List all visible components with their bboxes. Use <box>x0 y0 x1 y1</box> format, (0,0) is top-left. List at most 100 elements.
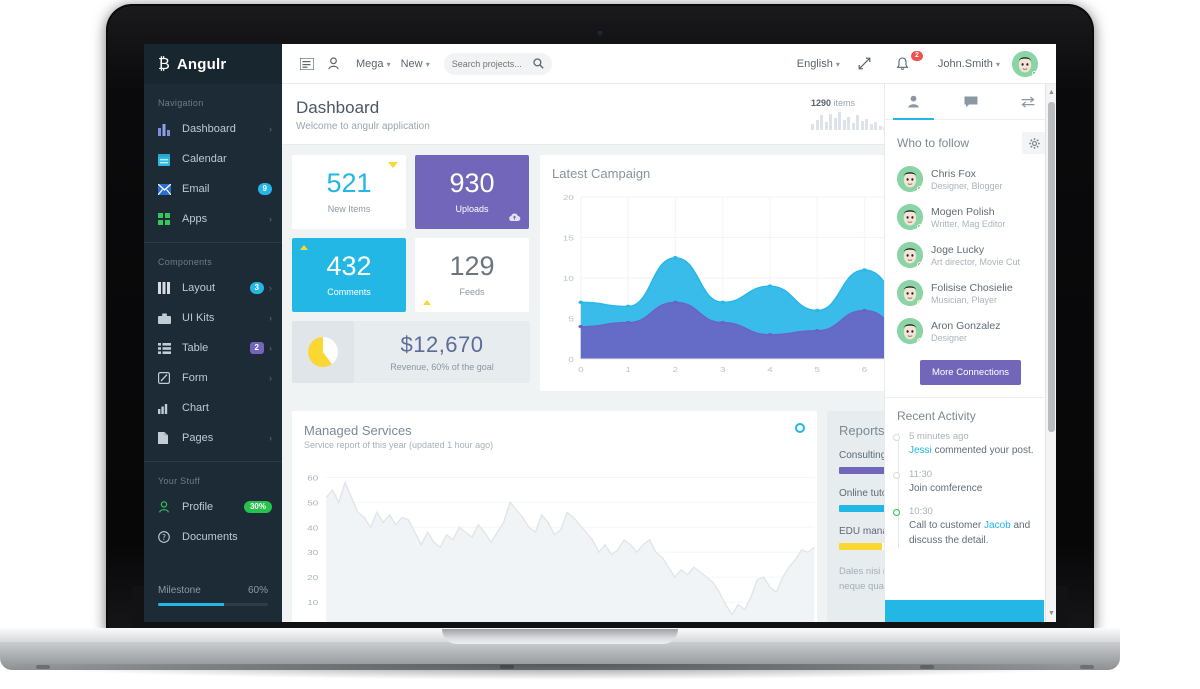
svg-text:5: 5 <box>568 315 574 323</box>
svg-text:50: 50 <box>307 499 318 508</box>
report-label: Consulting <box>839 450 887 461</box>
tab-people[interactable] <box>885 84 942 120</box>
sidebar-item-ui-kits[interactable]: UI Kits › <box>144 303 282 333</box>
notifications-button[interactable]: 2 <box>890 50 923 71</box>
list-item[interactable]: Joge Lucky Art director, Movie Cut <box>885 236 1056 274</box>
sidebar-item-apps[interactable]: Apps › <box>144 204 282 234</box>
bell-icon <box>896 56 909 71</box>
language-selector[interactable]: English ▾ <box>797 58 840 70</box>
tab-messages[interactable] <box>942 84 999 119</box>
question-circle-icon: ? <box>158 531 176 543</box>
chevron-down-icon: ▾ <box>995 59 1000 69</box>
list-icon <box>158 342 176 354</box>
triangle-down-icon <box>388 162 398 168</box>
activity-time: 10:30 <box>909 506 933 517</box>
scroll-up-arrow[interactable]: ▲ <box>1046 86 1056 99</box>
page-scrollbar[interactable]: ▲ ▼ <box>1045 84 1056 622</box>
activity-link[interactable]: Jessi <box>909 445 932 456</box>
activity-link[interactable]: Jacob <box>984 520 1011 531</box>
list-item[interactable]: Mogen Polish Writter, Mag Editor <box>885 198 1056 236</box>
search-icon[interactable] <box>533 58 544 69</box>
circle-outline-icon[interactable] <box>795 423 805 433</box>
stat-tile-new-items[interactable]: 521 New Items <box>292 155 406 229</box>
pencil-square-icon <box>158 372 176 384</box>
milestone-progress-bar <box>158 603 268 606</box>
search-box[interactable] <box>443 52 552 75</box>
avatar[interactable] <box>897 242 923 268</box>
header-stat-value: 1290 <box>811 98 832 108</box>
activity-text: Jessi commented your post. <box>909 445 1034 456</box>
activity-highlight-strip[interactable] <box>885 600 1044 622</box>
screenshot-stage: MacBook ₿ Angulr Navigation Dashboard › <box>0 0 1200 689</box>
sidebar-item-label: Form <box>182 372 208 384</box>
user-outline-icon[interactable] <box>320 57 346 70</box>
person-role: Designer <box>931 332 968 343</box>
triangle-up-icon <box>300 245 308 250</box>
briefcase-icon <box>158 313 176 324</box>
person-role: Writter, Mag Editor <box>931 218 1006 229</box>
sidebar-item-label: Chart <box>182 402 209 414</box>
list-item: 5 minutes ago Jessi commented your post. <box>893 431 1048 459</box>
managed-subtitle: Service report of this year (updated 1 h… <box>304 440 494 450</box>
milestone-label: Milestone <box>158 585 201 596</box>
list-item[interactable]: Chris Fox Designer, Blogger <box>885 160 1056 198</box>
scrollbar-thumb[interactable] <box>1048 102 1055 432</box>
avatar[interactable] <box>897 280 923 306</box>
list-item[interactable]: Aron Gonzalez Designer <box>885 312 1056 350</box>
comment-icon <box>964 96 978 108</box>
bar-chart-icon <box>158 123 176 136</box>
search-input[interactable] <box>451 58 529 69</box>
top-navigation-bar: Mega ▾ New ▾ English ▾ <box>282 44 1056 84</box>
expand-arrows-icon[interactable] <box>852 57 878 70</box>
sidebar-item-chart[interactable]: Chart <box>144 393 282 423</box>
tile-caption: Uploads <box>455 204 489 214</box>
more-connections-button[interactable]: More Connections <box>919 360 1022 385</box>
tile-caption: New Items <box>327 204 371 214</box>
user-icon <box>158 501 176 513</box>
brand-header[interactable]: ₿ Angulr <box>144 44 282 84</box>
scroll-down-arrow[interactable]: ▼ <box>1046 607 1056 620</box>
left-sidebar: ₿ Angulr Navigation Dashboard › Calendar <box>144 44 282 622</box>
sidebar-item-label: Apps <box>182 213 208 225</box>
sidebar-item-label: Layout <box>182 282 216 294</box>
sidebar-item-layout[interactable]: Layout 3 › <box>144 273 282 303</box>
sidebar-item-dashboard[interactable]: Dashboard › <box>144 114 282 144</box>
sidebar-item-profile[interactable]: Profile 30% <box>144 492 282 522</box>
page-subtitle: Welcome to angulr application <box>296 121 430 132</box>
user-menu[interactable]: John.Smith ▾ <box>938 58 1000 70</box>
status-dot <box>917 338 923 344</box>
stat-tile-uploads[interactable]: 930 Uploads <box>415 155 529 229</box>
webcam-icon <box>597 30 603 36</box>
laptop-base <box>0 628 1120 680</box>
list-toggle-icon[interactable] <box>294 57 320 70</box>
sidebar-item-table[interactable]: Table 2 › <box>144 333 282 363</box>
status-dot <box>917 262 923 268</box>
chevron-right-icon: › <box>269 373 272 383</box>
gear-icon[interactable] <box>1022 132 1046 154</box>
menu-new[interactable]: New ▾ <box>401 58 430 70</box>
sidebar-item-label: UI Kits <box>182 312 215 324</box>
stat-tile-feeds[interactable]: 129 Feeds <box>415 238 529 312</box>
chevron-right-icon: › <box>269 433 272 443</box>
avatar[interactable] <box>897 166 923 192</box>
sidebar-item-pages[interactable]: Pages › <box>144 423 282 453</box>
status-badge: 30% <box>243 501 272 513</box>
sidebar-item-label: Dashboard <box>182 123 236 135</box>
menu-mega[interactable]: Mega ▾ <box>356 58 391 70</box>
svg-text:20: 20 <box>307 573 318 582</box>
stat-tile-comments[interactable]: 432 Comments <box>292 238 406 312</box>
revenue-card[interactable]: $12,670 Revenue, 60% of the goal <box>292 321 530 383</box>
svg-text:10: 10 <box>307 598 318 607</box>
avatar[interactable] <box>1012 50 1038 77</box>
tile-number: 521 <box>326 168 372 198</box>
sidebar-item-documents[interactable]: ? Documents <box>144 522 282 552</box>
file-icon <box>158 432 176 444</box>
avatar[interactable] <box>897 204 923 230</box>
sidebar-item-label: Pages <box>182 432 214 444</box>
sidebar-item-form[interactable]: Form › <box>144 363 282 393</box>
list-item[interactable]: Folisise Chosielie Musician, Player <box>885 274 1056 312</box>
sidebar-item-email[interactable]: Email 9 <box>144 174 282 204</box>
envelope-icon <box>158 183 176 195</box>
avatar[interactable] <box>897 318 923 344</box>
sidebar-item-calendar[interactable]: Calendar <box>144 144 282 174</box>
